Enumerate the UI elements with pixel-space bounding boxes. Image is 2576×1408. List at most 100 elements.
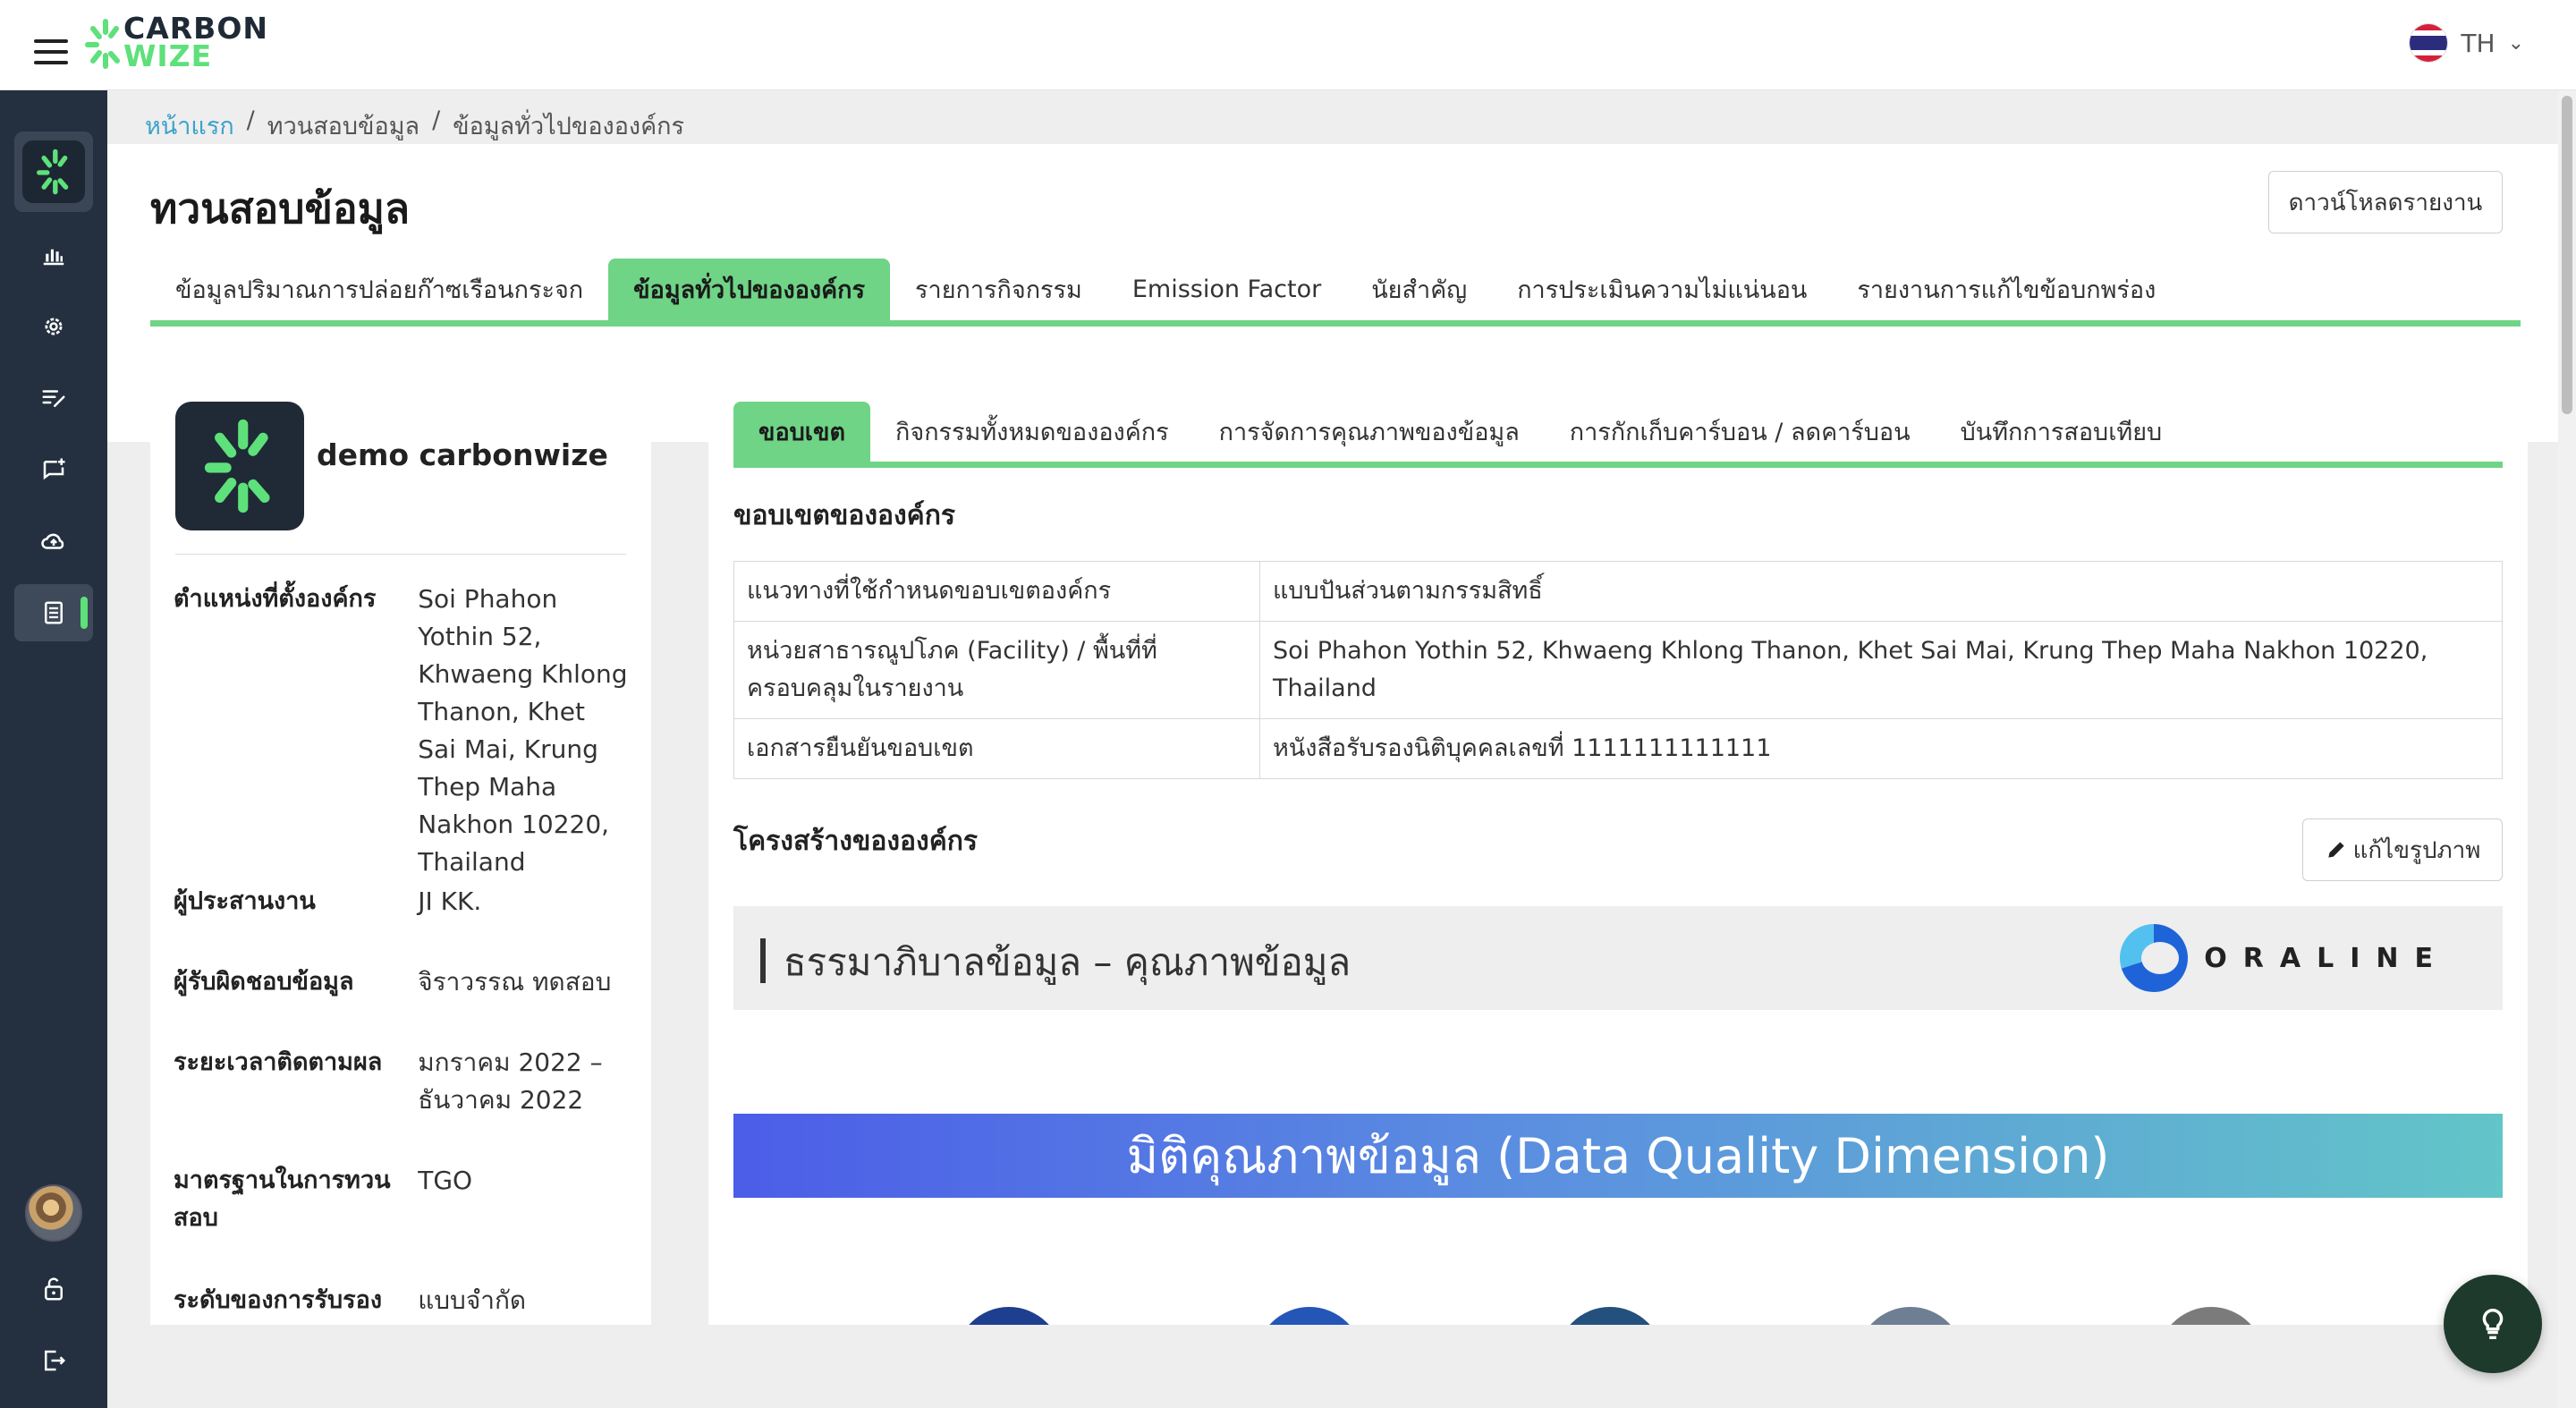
sidebar-item-upload[interactable] [14,513,93,570]
sidebar-item-records[interactable] [14,369,93,427]
info-label: ระยะเวลาติดตามผล [174,1048,383,1076]
download-report-button[interactable]: ดาวน์โหลดรายงาน [2268,171,2503,233]
org-structure-image-header: ธรรมาภิบาลข้อมูล – คุณภาพข้อมูล ORALINE [733,906,2503,1010]
info-value: มกราคม 2022 – ธันวาคม 2022 [418,1048,603,1115]
info-value: จิราวรรณ ทดสอบ [418,967,612,997]
scrollbar-thumb[interactable] [2562,96,2572,414]
gear-icon [45,318,63,335]
org-logo [175,402,304,530]
info-row-data-owner: ผู้รับผิดชอบข้อมูล จิราวรรณ ทดสอบ [174,963,630,1001]
language-selector[interactable]: TH ⌄ [2409,23,2524,63]
carbonwize-logo-icon [204,419,270,513]
tips-button[interactable] [2444,1275,2542,1373]
info-label: ระดับของการรับรอง [174,1286,383,1314]
info-row-coordinator: ผู้ประสานงาน JI KK. [174,883,630,920]
image-heading: มิติคุณภาพข้อมูล (Data Quality Dimension… [1126,1128,2110,1184]
info-row-period: ระยะเวลาติดตามผล มกราคม 2022 – ธันวาคม 2… [174,1044,630,1119]
top-bar: CARBON WIZE TH ⌄ [0,0,2576,90]
breadcrumb-home[interactable]: หน้าแรก [145,106,234,145]
table-row: เอกสารยืนยันขอบเขต หนังสือรับรองนิติบุคค… [733,718,2503,779]
chevron-down-icon: ⌄ [2507,31,2524,55]
menu-icon[interactable] [34,39,68,64]
tab-emission-factor[interactable]: Emission Factor [1107,259,1346,320]
sub-tabs: ขอบเขต กิจกรรมทั้งหมดขององค์กร การจัดการ… [733,402,2503,468]
table-cell-label: แนวทางที่ใช้กำหนดขอบเขตองค์กร [733,561,1260,622]
document-icon [45,601,63,624]
image-banner-text: ธรรมาภิบาลข้อมูล – คุณภาพข้อมูล [784,940,1352,984]
data-quality-heading-image: มิติคุณภาพข้อมูล (Data Quality Dimension… [733,1114,2503,1198]
page-scrollbar[interactable] [2558,90,2576,1408]
breadcrumb-current: ข้อมูลทั่วไปขององค์กร [453,113,685,140]
subtab-data-quality[interactable]: การจัดการคุณภาพของข้อมูล [1194,402,1545,462]
info-label: ผู้ประสานงาน [174,887,316,915]
sidebar-item-dashboard[interactable] [14,226,93,284]
circle-shape [2157,1307,2265,1325]
tab-uncertainty[interactable]: การประเมินความไม่แน่นอน [1492,259,1832,320]
table-cell-label: หน่วยสาธารณูปโภค (Facility) / พื้นที่ที่… [733,621,1260,719]
tab-corrective-report[interactable]: รายงานการแก้ไขข้อบกพร่อง [1832,259,2181,320]
info-row-assurance-level: ระดับของการรับรอง แบบจำกัด (Limited [174,1282,630,1325]
lightbulb-icon [2482,1308,2504,1340]
carbonwize-home-icon [37,148,69,195]
coraline-word: ORALINE [2204,942,2449,974]
avatar[interactable] [25,1184,82,1242]
main-tabs: ข้อมูลปริมาณการปล่อยก๊าซเรือนกระจก ข้อมู… [150,259,2521,327]
info-row-standard: มาตรฐานในการทวนสอบ TGO [174,1162,630,1237]
section-title-structure: โครงสร้างขององค์กร [733,826,979,857]
image-circles [733,1280,2503,1325]
circle-shape [955,1307,1063,1325]
breadcrumb: หน้าแรก / ทวนสอบข้อมูล / ข้อมูลทั่วไปของ… [145,106,684,145]
coraline-c-icon [2120,924,2189,992]
info-label: มาตรฐานในการทวนสอบ [174,1166,391,1232]
banner-accent [760,938,766,983]
subtab-calibration[interactable]: บันทึกการสอบเทียบ [1936,402,2188,462]
circle-shape [1256,1307,1363,1325]
thai-flag-icon [2409,23,2449,63]
subtab-all-activities[interactable]: กิจกรรมทั้งหมดขององค์กร [870,402,1194,462]
message-add-icon [43,458,65,480]
page-title: ทวนสอบข้อมูล [150,184,411,233]
sidebar-item-verification[interactable] [14,584,93,641]
sidebar-item-logout[interactable] [14,1332,93,1389]
table-cell-value: แบบปันส่วนตามกรรมสิทธิ์ [1259,561,2503,622]
info-value: Soi Phahon Yothin 52, Khwaeng Khlong Tha… [418,584,628,877]
subtab-scope[interactable]: ขอบเขต [733,402,871,462]
info-label: ตำแหน่งที่ตั้งองค์กร [174,585,377,613]
circle-shape [1556,1307,1664,1325]
breadcrumb-separator: / [432,106,441,134]
bar-chart-icon [43,249,64,266]
breadcrumb-verification[interactable]: ทวนสอบข้อมูล [267,106,419,145]
sidebar-item-unlock[interactable] [14,1260,93,1318]
active-indicator [80,597,88,629]
logo-line2: WIZE [123,38,213,73]
pencil-icon [2327,842,2344,858]
info-value: แบบจำกัด (Limited [418,1285,527,1325]
carbonwize-logo-icon [85,19,120,69]
section-title-scope: ขอบเขตขององค์กร [733,500,955,531]
main-content: หน้าแรก / ทวนสอบข้อมูล / ข้อมูลทั่วไปของ… [107,90,2558,1408]
unlock-icon [45,1277,63,1301]
table-cell-label: เอกสารยืนยันขอบเขต [733,718,1260,779]
edit-image-button[interactable]: แก้ไขรูปภาพ [2302,819,2503,881]
sidebar-item-settings[interactable] [14,298,93,355]
table-cell-value: Soi Phahon Yothin 52, Khwaeng Khlong Tha… [1259,621,2503,719]
org-name: demo carbonwize [317,437,608,472]
tab-emissions[interactable]: ข้อมูลปริมาณการปล่อยก๊าซเรือนกระจก [150,259,608,320]
info-value: TGO [418,1166,473,1195]
table-cell-value: หนังสือรับรองนิติบุคคลเลขที่ 11111111111… [1259,718,2503,779]
app-logo[interactable]: CARBON WIZE [123,13,268,73]
org-info-card: demo carbonwize ตำแหน่งที่ตั้งองค์กร Soi… [150,377,651,1325]
subtab-carbon-removal[interactable]: การกักเก็บคาร์บอน / ลดคาร์บอน [1545,402,1936,462]
tab-activities[interactable]: รายการกิจกรรม [890,259,1107,320]
sidebar-item-requests[interactable] [14,441,93,498]
edit-list-icon [42,390,65,407]
logout-icon [45,1350,66,1371]
tab-significance[interactable]: นัยสำคัญ [1346,259,1492,320]
info-value: JI KK. [418,886,482,916]
sidebar [0,90,107,1408]
tab-org-info[interactable]: ข้อมูลทั่วไปขององค์กร [608,259,891,320]
language-code: TH [2461,28,2496,58]
edit-image-label: แก้ไขรูปภาพ [2352,836,2481,864]
sidebar-item-home[interactable] [14,131,93,212]
breadcrumb-separator: / [246,106,255,134]
